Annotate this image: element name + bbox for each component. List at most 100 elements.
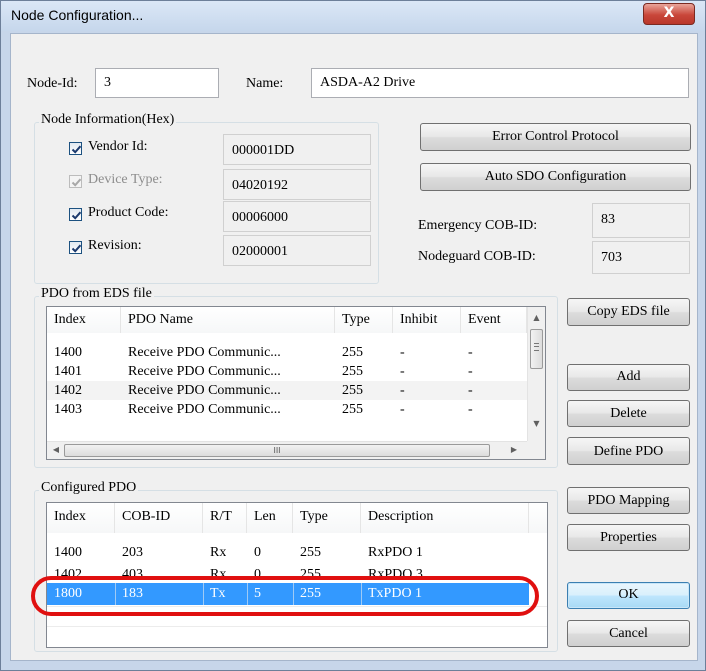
cancel-button[interactable]: Cancel	[567, 620, 690, 647]
scrollbar-corner	[527, 441, 545, 459]
cell-index: 1403	[54, 402, 82, 417]
revision-label: Revision:	[88, 238, 142, 253]
device-type-value: 04020192	[223, 169, 371, 200]
grid-line	[47, 626, 547, 627]
cell-inhibit: -	[400, 402, 405, 417]
list-item[interactable]: 1403 Receive PDO Communic... 255 - -	[47, 400, 529, 418]
list-item[interactable]: 1401 Receive PDO Communic... 255 - -	[47, 362, 529, 381]
column-header-index[interactable]: Index	[47, 307, 121, 333]
column-header-type[interactable]: Type	[293, 503, 361, 533]
cell-index: 1402	[54, 383, 82, 398]
cell-index: 1400	[54, 545, 82, 560]
device-type-label: Device Type:	[88, 172, 163, 187]
checkmark-icon	[71, 211, 82, 220]
cell-pdo-name: Receive PDO Communic...	[128, 364, 281, 379]
cell-index: 1402	[54, 567, 82, 581]
vendor-id-checkbox[interactable]	[69, 142, 82, 155]
vendor-id-label: Vendor Id:	[88, 139, 148, 154]
eds-list-vertical-scrollbar[interactable]: ▲ ▼	[527, 307, 545, 441]
add-button[interactable]: Add	[567, 364, 690, 391]
column-header-description[interactable]: Description	[361, 503, 529, 533]
copy-eds-file-button[interactable]: Copy EDS file	[567, 298, 690, 326]
cell-event: -	[468, 364, 473, 379]
cell-inhibit: -	[400, 345, 405, 360]
grid-line	[47, 606, 547, 607]
column-header-index[interactable]: Index	[47, 503, 115, 533]
product-code-value: 00006000	[223, 201, 371, 232]
node-configuration-window: Node Configuration... X Node-Id: 3 Name:…	[0, 0, 706, 671]
cell-cob-id: 403	[122, 567, 143, 581]
name-input[interactable]: ASDA-A2 Drive	[311, 68, 689, 98]
error-control-protocol-button[interactable]: Error Control Protocol	[420, 123, 691, 151]
cell-index: 1400	[54, 345, 82, 360]
node-information-title: Node Information(Hex)	[39, 112, 177, 128]
device-type-checkbox	[69, 175, 82, 188]
cell-rt: Rx	[210, 567, 227, 581]
cell-rt: Rx	[210, 545, 227, 560]
cell-description: TxPDO 1	[368, 586, 423, 601]
column-header-event[interactable]: Event	[461, 307, 527, 333]
scroll-up-arrow-icon[interactable]: ▲	[528, 313, 545, 322]
emergency-cob-id-value: 83	[592, 203, 690, 238]
cell-type: 255	[300, 586, 321, 601]
title-bar[interactable]: Node Configuration... X	[1, 1, 705, 31]
list-item[interactable]: 1402 Receive PDO Communic... 255 - -	[47, 381, 529, 400]
revision-checkbox[interactable]	[69, 241, 82, 254]
properties-button[interactable]: Properties	[567, 524, 690, 551]
pdo-mapping-button[interactable]: PDO Mapping	[567, 487, 690, 514]
cell-type: 255	[342, 364, 363, 379]
nodeguard-cob-id-label: Nodeguard COB-ID:	[418, 249, 536, 264]
product-code-checkbox[interactable]	[69, 208, 82, 221]
table-row-selected[interactable]: 1800 183 Tx 5 255 TxPDO 1	[47, 583, 529, 605]
cell-inhibit: -	[400, 383, 405, 398]
cell-len: 0	[254, 545, 261, 560]
table-row[interactable]: 1402 403 Rx 0 255 RxPDO 3	[47, 563, 547, 581]
revision-value: 02000001	[223, 235, 371, 266]
window-title: Node Configuration...	[11, 7, 144, 23]
scroll-down-arrow-icon[interactable]: ▼	[528, 419, 545, 428]
column-header-len[interactable]: Len	[247, 503, 293, 533]
column-header-inhibit[interactable]: Inhibit	[393, 307, 461, 333]
cell-cob-id: 183	[122, 586, 143, 601]
ok-button[interactable]: OK	[567, 582, 690, 609]
cell-rt: Tx	[210, 586, 226, 601]
scroll-left-arrow-icon[interactable]: ◀	[51, 445, 61, 454]
define-pdo-button[interactable]: Define PDO	[567, 437, 690, 465]
delete-button[interactable]: Delete	[567, 400, 690, 427]
horizontal-scroll-thumb[interactable]: III	[64, 444, 490, 457]
column-header-type[interactable]: Type	[335, 307, 393, 333]
column-header-rt[interactable]: R/T	[203, 503, 247, 533]
close-button[interactable]: X	[643, 3, 695, 25]
name-label: Name:	[246, 76, 284, 91]
cell-cob-id: 203	[122, 545, 143, 560]
node-id-label: Node-Id:	[27, 76, 78, 91]
configured-pdo-title: Configured PDO	[39, 480, 139, 496]
scroll-thumb[interactable]	[530, 329, 543, 369]
cell-event: -	[468, 402, 473, 417]
table-row[interactable]: 1400 203 Rx 0 255 RxPDO 1	[47, 543, 547, 562]
checkmark-icon	[71, 244, 82, 253]
cell-type: 255	[342, 402, 363, 417]
vendor-id-value: 000001DD	[223, 134, 371, 165]
auto-sdo-configuration-button[interactable]: Auto SDO Configuration	[420, 163, 691, 191]
eds-pdo-list[interactable]: Index PDO Name Type Inhibit Event 1400 R…	[46, 306, 546, 460]
cell-event: -	[468, 383, 473, 398]
cell-inhibit: -	[400, 364, 405, 379]
checkmark-icon	[71, 145, 82, 154]
node-id-input[interactable]: 3	[95, 68, 219, 98]
cell-index: 1401	[54, 364, 82, 379]
eds-list-horizontal-scrollbar[interactable]: ◀ III ▶	[47, 441, 527, 459]
column-header-filler	[529, 503, 547, 533]
cell-pdo-name: Receive PDO Communic...	[128, 345, 281, 360]
list-item[interactable]: 1400 Receive PDO Communic... 255 - -	[47, 343, 529, 362]
cell-index: 1800	[54, 586, 82, 601]
cell-len: 0	[254, 567, 261, 581]
column-header-pdo-name[interactable]: PDO Name	[121, 307, 335, 333]
cell-description: RxPDO 3	[368, 567, 423, 581]
scroll-right-arrow-icon[interactable]: ▶	[509, 445, 519, 454]
cell-type: 255	[300, 545, 321, 560]
configured-pdo-list[interactable]: Index COB-ID R/T Len Type Description 14…	[46, 502, 548, 648]
cell-pdo-name: Receive PDO Communic...	[128, 383, 281, 398]
column-header-cob-id[interactable]: COB-ID	[115, 503, 203, 533]
cell-len: 5	[254, 586, 261, 601]
